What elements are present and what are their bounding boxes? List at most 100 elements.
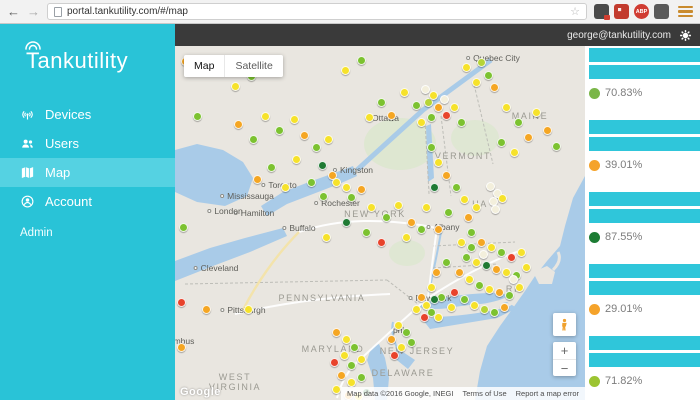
map-marker[interactable]: [402, 328, 411, 337]
map-marker[interactable]: [522, 263, 531, 272]
map-marker[interactable]: [467, 228, 476, 237]
map-marker[interactable]: [300, 131, 309, 140]
map-marker[interactable]: [524, 133, 533, 142]
map-canvas[interactable]: MAINEVERMONTNEW YORKPENNSYLVANIAMARYLAND…: [175, 46, 585, 400]
sidebar-item-map[interactable]: Map: [0, 158, 175, 187]
map-marker[interactable]: [357, 56, 366, 65]
map-marker[interactable]: [412, 305, 421, 314]
device-item[interactable]: 70.83%: [589, 48, 700, 99]
google-logo[interactable]: Google: [180, 386, 221, 398]
map-marker[interactable]: [450, 288, 459, 297]
map-marker[interactable]: [357, 355, 366, 364]
map-marker[interactable]: [342, 183, 351, 192]
map-marker[interactable]: [475, 281, 484, 290]
sidebar-item-admin[interactable]: Admin: [0, 220, 175, 246]
map-marker[interactable]: [417, 225, 426, 234]
map-marker[interactable]: [477, 238, 486, 247]
map-marker[interactable]: [434, 225, 443, 234]
map-marker[interactable]: [486, 182, 495, 191]
browser-menu-icon[interactable]: [678, 6, 693, 18]
map-marker[interactable]: [342, 335, 351, 344]
map-marker[interactable]: [332, 385, 341, 394]
forward-icon[interactable]: →: [27, 5, 40, 18]
map-marker[interactable]: [495, 288, 504, 297]
map-marker[interactable]: [332, 328, 341, 337]
map-marker[interactable]: [490, 83, 499, 92]
map-marker[interactable]: [487, 243, 496, 252]
map-marker[interactable]: [434, 103, 443, 112]
map-marker[interactable]: [319, 192, 328, 201]
map-marker[interactable]: [417, 293, 426, 302]
map-marker[interactable]: [249, 135, 258, 144]
map-marker[interactable]: [365, 113, 374, 122]
map-marker[interactable]: [261, 112, 270, 121]
map-marker[interactable]: [477, 58, 486, 67]
map-marker[interactable]: [442, 258, 451, 267]
map-marker[interactable]: [347, 361, 356, 370]
map-marker[interactable]: [407, 338, 416, 347]
map-marker[interactable]: [292, 155, 301, 164]
map-marker[interactable]: [430, 183, 439, 192]
map-marker[interactable]: [193, 112, 202, 121]
map-marker[interactable]: [357, 185, 366, 194]
map-marker[interactable]: [480, 305, 489, 314]
map-marker[interactable]: [482, 261, 491, 270]
device-item[interactable]: 87.55%: [589, 192, 700, 243]
map-marker[interactable]: [202, 305, 211, 314]
map-marker[interactable]: [275, 126, 284, 135]
map-marker[interactable]: [362, 228, 371, 237]
map-marker[interactable]: [397, 343, 406, 352]
map-marker[interactable]: [347, 193, 356, 202]
zoom-in-button[interactable]: +: [553, 342, 576, 359]
map-marker[interactable]: [485, 285, 494, 294]
sidebar-item-users[interactable]: Users: [0, 129, 175, 158]
map-marker[interactable]: [281, 183, 290, 192]
pegman-button[interactable]: [553, 313, 576, 336]
map-marker[interactable]: [341, 66, 350, 75]
map-marker[interactable]: [472, 203, 481, 212]
map-marker[interactable]: [421, 85, 430, 94]
map-marker[interactable]: [543, 126, 552, 135]
map-marker[interactable]: [420, 313, 429, 322]
map-marker[interactable]: [312, 143, 321, 152]
map-marker[interactable]: [387, 111, 396, 120]
map-marker[interactable]: [502, 268, 511, 277]
map-marker[interactable]: [432, 268, 441, 277]
map-marker[interactable]: [382, 213, 391, 222]
sidebar-item-account[interactable]: Account: [0, 187, 175, 216]
map-marker[interactable]: [467, 243, 476, 252]
map-marker[interactable]: [464, 213, 473, 222]
map-marker[interactable]: [377, 238, 386, 247]
map-marker[interactable]: [434, 313, 443, 322]
map-marker[interactable]: [498, 194, 507, 203]
map-marker[interactable]: [394, 321, 403, 330]
map-marker[interactable]: [479, 250, 488, 259]
extension-icon[interactable]: [614, 4, 629, 19]
map-marker[interactable]: [462, 63, 471, 72]
tankutility-logo[interactable]: Tankutility: [0, 24, 175, 100]
map-marker[interactable]: [532, 108, 541, 117]
map-marker[interactable]: [177, 298, 186, 307]
map-marker[interactable]: [472, 258, 481, 267]
sidebar-item-devices[interactable]: Devices: [0, 100, 175, 129]
map-marker[interactable]: [514, 118, 523, 127]
map-marker[interactable]: [367, 203, 376, 212]
map-marker[interactable]: [470, 301, 479, 310]
map-marker[interactable]: [377, 98, 386, 107]
map-marker[interactable]: [177, 343, 186, 352]
map-marker[interactable]: [253, 175, 262, 184]
zoom-out-button[interactable]: −: [553, 359, 576, 376]
terms-link[interactable]: Terms of Use: [462, 389, 506, 398]
map-marker[interactable]: [307, 178, 316, 187]
map-marker[interactable]: [457, 118, 466, 127]
map-marker[interactable]: [179, 223, 188, 232]
map-marker[interactable]: [427, 143, 436, 152]
map-marker[interactable]: [407, 218, 416, 227]
map-marker[interactable]: [484, 71, 493, 80]
map-marker[interactable]: [447, 303, 456, 312]
map-marker[interactable]: [497, 248, 506, 257]
map-marker[interactable]: [234, 120, 243, 129]
map-marker[interactable]: [244, 305, 253, 314]
map-marker[interactable]: [491, 205, 500, 214]
map-marker[interactable]: [394, 201, 403, 210]
